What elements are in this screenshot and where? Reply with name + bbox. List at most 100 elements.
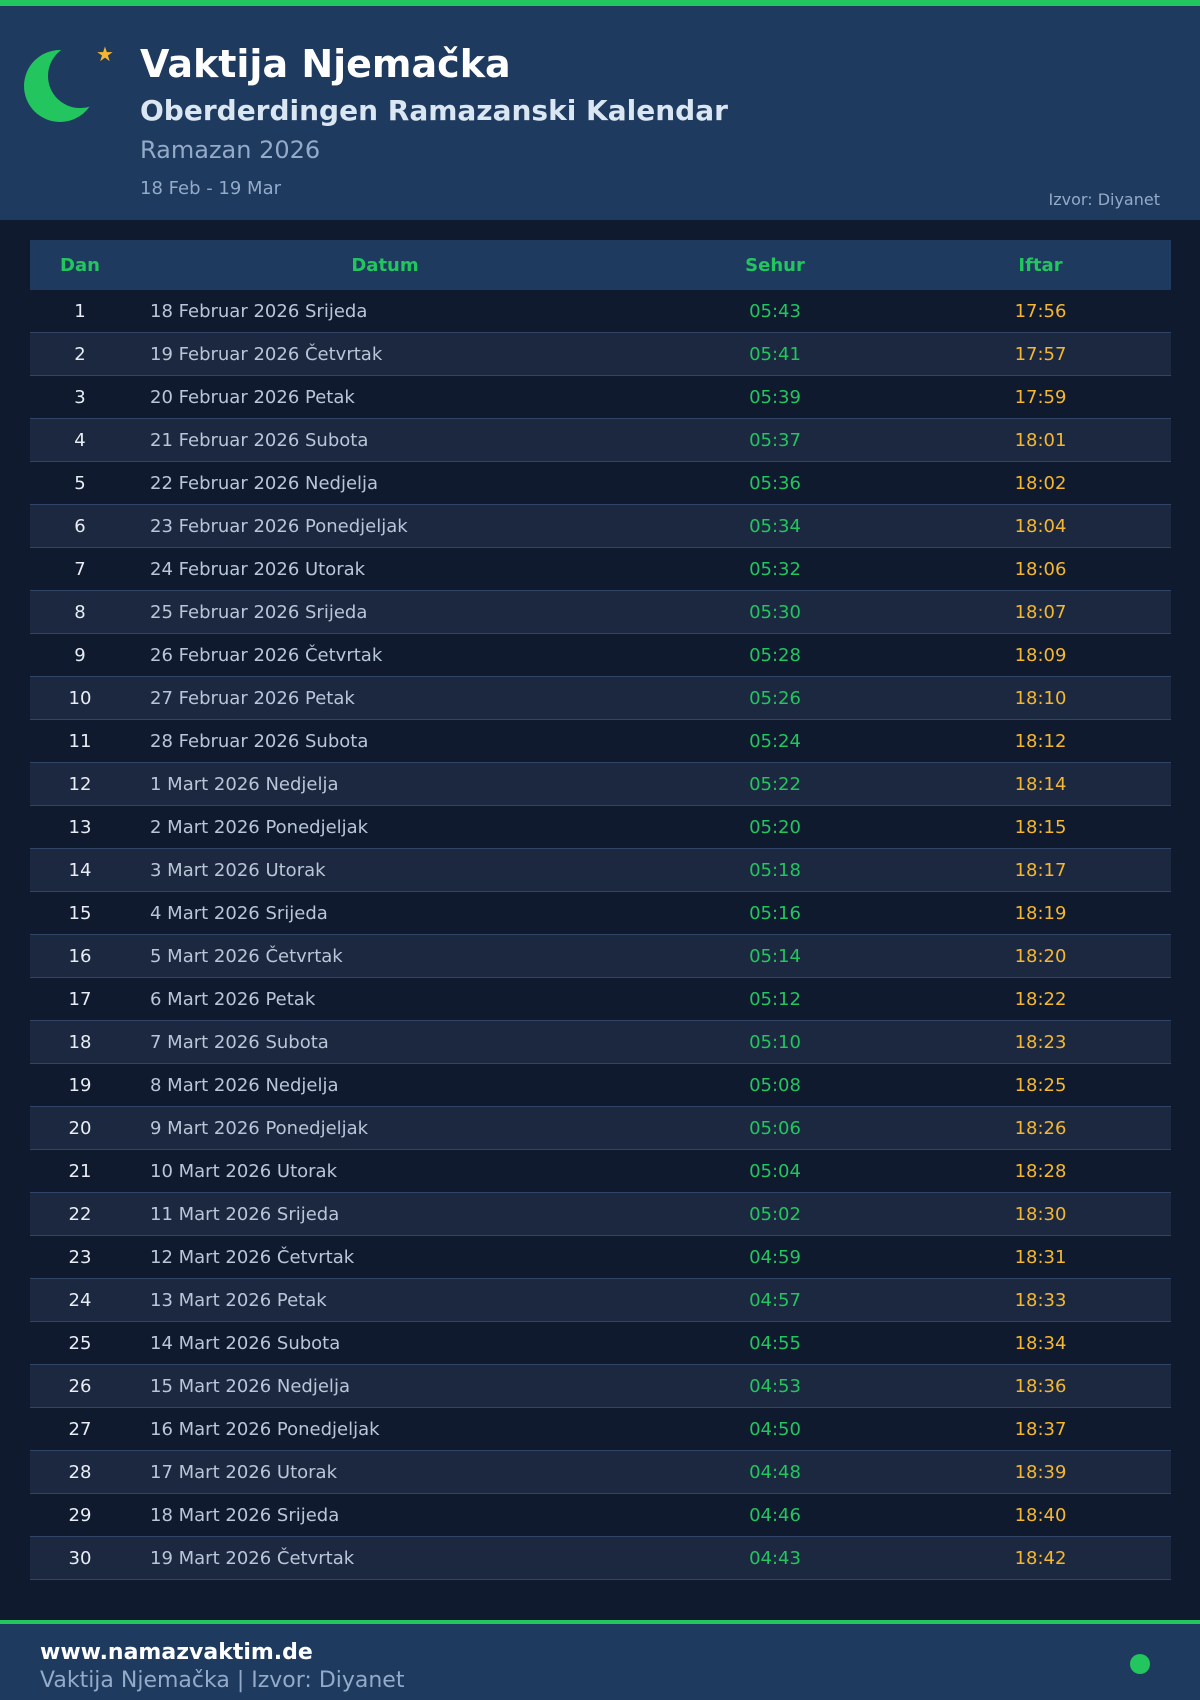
cell-sehur: 05:43 [749, 300, 801, 322]
cell-datum: 15 Mart 2026 Nedjelja [150, 1375, 350, 1397]
cell-datum: 21 Februar 2026 Subota [150, 429, 369, 451]
cell-iftar: 18:34 [1014, 1332, 1067, 1354]
cell-datum: 28 Februar 2026 Subota [150, 730, 369, 752]
cell-sehur: 05:10 [749, 1031, 801, 1053]
table-row: 24 13 Mart 2026 Petak 04:57 18:33 [30, 1279, 1171, 1322]
cell-sehur: 04:57 [749, 1289, 801, 1311]
table-row: 22 11 Mart 2026 Srijeda 05:02 18:30 [30, 1193, 1171, 1236]
cell-datum: 18 Mart 2026 Srijeda [150, 1504, 340, 1526]
table-row: 8 25 Februar 2026 Srijeda 05:30 18:07 [30, 591, 1171, 634]
cell-sehur: 05:37 [749, 429, 801, 451]
table-row: 30 19 Mart 2026 Četvrtak 04:43 18:42 [30, 1537, 1171, 1580]
cell-iftar: 18:37 [1014, 1418, 1067, 1440]
cell-datum: 27 Februar 2026 Petak [150, 687, 355, 709]
cell-datum: 13 Mart 2026 Petak [150, 1289, 327, 1311]
cell-datum: 4 Mart 2026 Srijeda [150, 902, 328, 924]
table-row: 18 7 Mart 2026 Subota 05:10 18:23 [30, 1021, 1171, 1064]
cell-dan: 23 [68, 1246, 92, 1268]
column-header-dan: Dan [60, 254, 100, 276]
cell-sehur: 05:18 [749, 859, 801, 881]
cell-datum: 12 Mart 2026 Četvrtak [150, 1246, 355, 1268]
header-source: Izvor: Diyanet [1048, 190, 1160, 209]
table-row: 1 18 Februar 2026 Srijeda 05:43 17:56 [30, 290, 1171, 333]
cell-iftar: 18:17 [1014, 859, 1067, 881]
star-icon: ★ [96, 42, 114, 66]
cell-datum: 14 Mart 2026 Subota [150, 1332, 341, 1354]
cell-iftar: 18:33 [1014, 1289, 1067, 1311]
table-row: 26 15 Mart 2026 Nedjelja 04:53 18:36 [30, 1365, 1171, 1408]
date-range: 18 Feb - 19 Mar [140, 178, 282, 199]
cell-iftar: 18:12 [1014, 730, 1067, 752]
cell-iftar: 18:19 [1014, 902, 1067, 924]
cell-datum: 8 Mart 2026 Nedjelja [150, 1074, 339, 1096]
cell-dan: 24 [68, 1289, 92, 1311]
cell-dan: 9 [74, 644, 86, 666]
cell-datum: 19 Februar 2026 Četvrtak [150, 343, 383, 365]
cell-iftar: 18:04 [1014, 515, 1067, 537]
table-body: 1 18 Februar 2026 Srijeda 05:43 17:56 2 19 Fe… [30, 290, 1171, 1580]
cell-datum: 9 Mart 2026 Ponedjeljak [150, 1117, 369, 1139]
cell-dan: 2 [74, 343, 86, 365]
table-row: 20 9 Mart 2026 Ponedjeljak 05:06 18:26 [30, 1107, 1171, 1150]
table-row: 3 20 Februar 2026 Petak 05:39 17:59 [30, 376, 1171, 419]
cell-dan: 29 [68, 1504, 92, 1526]
cell-iftar: 18:10 [1014, 687, 1067, 709]
cell-sehur: 04:53 [749, 1375, 801, 1397]
table-row: 10 27 Februar 2026 Petak 05:26 18:10 [30, 677, 1171, 720]
cell-datum: 11 Mart 2026 Srijeda [150, 1203, 340, 1225]
cell-datum: 10 Mart 2026 Utorak [150, 1160, 337, 1182]
column-header-sehur: Sehur [745, 254, 805, 276]
cell-iftar: 18:30 [1014, 1203, 1067, 1225]
cell-sehur: 05:22 [749, 773, 801, 795]
cell-dan: 12 [68, 773, 92, 795]
table-row: 5 22 Februar 2026 Nedjelja 05:36 18:02 [30, 462, 1171, 505]
table-row: 11 28 Februar 2026 Subota 05:24 18:12 [30, 720, 1171, 763]
cell-dan: 16 [68, 945, 92, 967]
cell-sehur: 04:50 [749, 1418, 801, 1440]
cell-iftar: 18:02 [1014, 472, 1067, 494]
cell-iftar: 18:25 [1014, 1074, 1067, 1096]
cell-sehur: 04:55 [749, 1332, 801, 1354]
cell-sehur: 05:12 [749, 988, 801, 1010]
cell-iftar: 17:57 [1014, 343, 1067, 365]
table-row: 6 23 Februar 2026 Ponedjeljak 05:34 18:04 [30, 505, 1171, 548]
cell-datum: 22 Februar 2026 Nedjelja [150, 472, 379, 494]
cell-iftar: 18:31 [1014, 1246, 1067, 1268]
cell-dan: 17 [68, 988, 92, 1010]
cell-dan: 22 [68, 1203, 92, 1225]
cell-sehur: 05:36 [749, 472, 801, 494]
cell-dan: 8 [74, 601, 86, 623]
cell-datum: 19 Mart 2026 Četvrtak [150, 1547, 355, 1569]
cell-dan: 11 [68, 730, 92, 752]
cell-sehur: 05:41 [749, 343, 801, 365]
cell-dan: 15 [68, 902, 92, 924]
cell-dan: 5 [74, 472, 86, 494]
cell-dan: 13 [68, 816, 92, 838]
cell-iftar: 18:14 [1014, 773, 1067, 795]
table-row: 25 14 Mart 2026 Subota 04:55 18:34 [30, 1322, 1171, 1365]
cell-sehur: 05:04 [749, 1160, 801, 1182]
cell-iftar: 18:20 [1014, 945, 1067, 967]
cell-datum: 1 Mart 2026 Nedjelja [150, 773, 339, 795]
cell-dan: 20 [68, 1117, 92, 1139]
cell-iftar: 18:39 [1014, 1461, 1067, 1483]
table-row: 2 19 Februar 2026 Četvrtak 05:41 17:57 [30, 333, 1171, 376]
table-row: 29 18 Mart 2026 Srijeda 04:46 18:40 [30, 1494, 1171, 1537]
footer-credit: Vaktija Njemačka | Izvor: Diyanet [40, 1668, 405, 1693]
cell-datum: 7 Mart 2026 Subota [150, 1031, 329, 1053]
table-row: 14 3 Mart 2026 Utorak 05:18 18:17 [30, 849, 1171, 892]
cell-iftar: 18:15 [1014, 816, 1067, 838]
table-row: 28 17 Mart 2026 Utorak 04:48 18:39 [30, 1451, 1171, 1494]
table-header: Dan Datum Sehur Iftar [30, 240, 1171, 290]
cell-dan: 4 [74, 429, 86, 451]
cell-sehur: 05:24 [749, 730, 801, 752]
table-row: 27 16 Mart 2026 Ponedjeljak 04:50 18:37 [30, 1408, 1171, 1451]
cell-sehur: 05:28 [749, 644, 801, 666]
cell-dan: 28 [68, 1461, 92, 1483]
table-row: 17 6 Mart 2026 Petak 05:12 18:22 [30, 978, 1171, 1021]
cell-dan: 26 [68, 1375, 92, 1397]
cell-sehur: 05:30 [749, 601, 801, 623]
cell-datum: 5 Mart 2026 Četvrtak [150, 945, 343, 967]
cell-iftar: 18:40 [1014, 1504, 1067, 1526]
cell-sehur: 05:14 [749, 945, 801, 967]
